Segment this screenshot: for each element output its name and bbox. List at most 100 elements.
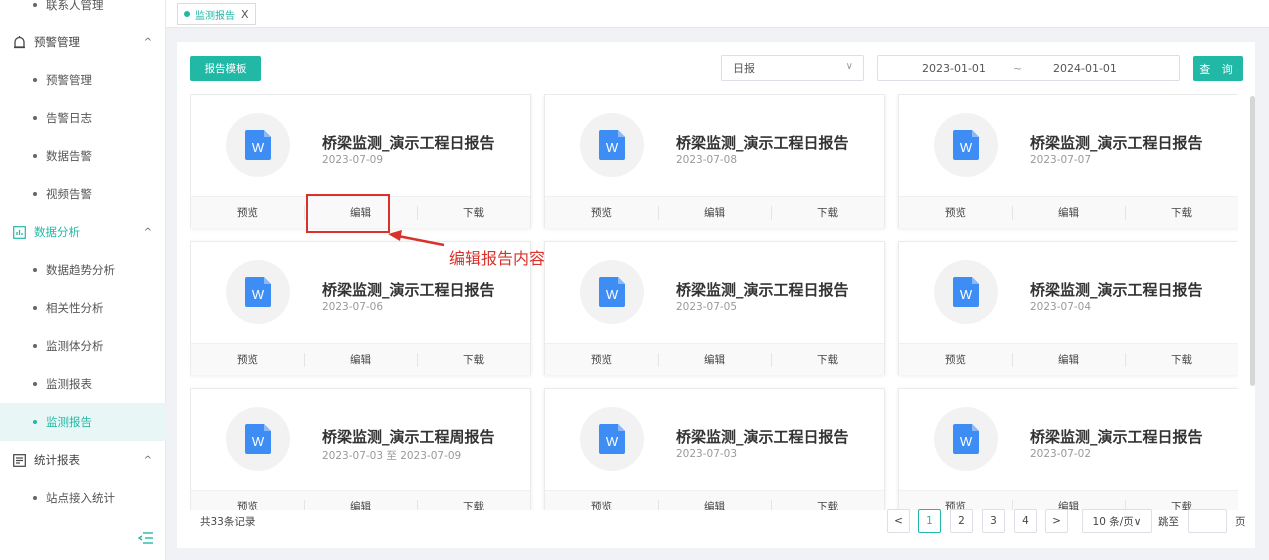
page-3-button[interactable]: 3	[982, 509, 1005, 533]
page-2-button[interactable]: 2	[950, 509, 973, 533]
preview-button[interactable]: 预览	[191, 344, 304, 375]
chart-icon	[12, 225, 26, 239]
report-title: 桥梁监测_演示工程日报告	[1030, 134, 1203, 152]
preview-button[interactable]: 预览	[545, 491, 658, 510]
date-start: 2023-01-01	[922, 62, 986, 75]
edit-button[interactable]: 编辑	[658, 197, 771, 228]
scrollbar[interactable]	[1250, 96, 1255, 386]
report-card: W 桥梁监测_演示工程日报告 2023-07-03 预览 编辑 下载	[544, 388, 885, 510]
date-end: 2024-01-01	[1053, 62, 1117, 75]
bullet-icon	[33, 306, 37, 310]
sidebar-item-alert-management[interactable]: 预警管理	[0, 61, 166, 99]
report-title: 桥梁监测_演示工程日报告	[676, 428, 849, 446]
report-template-button[interactable]: 报告模板	[190, 56, 261, 81]
report-date: 2023-07-04	[1030, 301, 1092, 313]
svg-text:W: W	[252, 287, 265, 302]
chevron-up-icon: ^	[143, 454, 152, 466]
word-file-icon: W	[934, 113, 998, 177]
chevron-up-icon: ^	[143, 36, 152, 48]
next-page-button[interactable]: >	[1045, 509, 1068, 533]
svg-text:W: W	[606, 140, 619, 155]
preview-button[interactable]: 预览	[191, 197, 304, 228]
preview-button[interactable]: 预览	[899, 197, 1012, 228]
download-button[interactable]: 下载	[1125, 197, 1238, 228]
page-size-select[interactable]: 10 条/页∨	[1082, 509, 1152, 533]
preview-button[interactable]: 预览	[545, 344, 658, 375]
sidebar-group-statistics[interactable]: 统计报表 ^	[0, 441, 166, 479]
prev-page-button[interactable]: <	[887, 509, 910, 533]
download-button[interactable]: 下载	[417, 344, 530, 375]
card-actions: 预览 编辑 下载	[899, 490, 1238, 510]
download-button[interactable]: 下载	[771, 197, 884, 228]
sidebar-item-station-stats[interactable]: 站点接入统计	[0, 479, 166, 517]
bullet-icon	[33, 3, 37, 7]
bullet-icon	[33, 268, 37, 272]
edit-button[interactable]: 编辑	[1012, 491, 1125, 510]
word-file-icon: W	[934, 407, 998, 471]
card-actions: 预览 编辑 下载	[191, 490, 530, 510]
preview-button[interactable]: 预览	[191, 491, 304, 510]
report-date: 2023-07-09	[322, 154, 384, 166]
alarm-icon	[12, 35, 26, 49]
sidebar-item-video-alarm[interactable]: 视频告警	[0, 175, 166, 213]
word-file-icon: W	[226, 407, 290, 471]
report-date: 2023-07-08	[676, 154, 738, 166]
edit-button[interactable]: 编辑	[304, 344, 417, 375]
report-date: 2023-07-02	[1030, 448, 1092, 460]
download-button[interactable]: 下载	[1125, 344, 1238, 375]
card-actions: 预览 编辑 下载	[545, 490, 884, 510]
report-card: W 桥梁监测_演示工程周报告 2023-07-03 至 2023-07-09 预览 编辑…	[190, 388, 531, 510]
sidebar-item-monitor-report[interactable]: 监测报告	[0, 403, 166, 441]
report-card: W 桥梁监测_演示工程日报告 2023-07-05 预览 编辑 下载	[544, 241, 885, 375]
edit-button[interactable]: 编辑	[1012, 344, 1125, 375]
sidebar-item-trend-analysis[interactable]: 数据趋势分析	[0, 251, 166, 289]
jump-page-input[interactable]	[1188, 509, 1227, 533]
report-card-grid: W 桥梁监测_演示工程日报告 2023-07-09 预览 编辑 下载 W 桥梁监测_演示工程日…	[190, 94, 1238, 510]
sidebar-group-data-analysis[interactable]: 数据分析 ^	[0, 213, 166, 251]
edit-button[interactable]: 编辑	[304, 491, 417, 510]
page-4-button[interactable]: 4	[1014, 509, 1037, 533]
tab-monitor-report[interactable]: 监测报告 X	[177, 3, 256, 25]
report-title: 桥梁监测_演示工程日报告	[1030, 428, 1203, 446]
edit-button[interactable]: 编辑	[658, 344, 771, 375]
report-card: W 桥梁监测_演示工程日报告 2023-07-09 预览 编辑 下载	[190, 94, 531, 228]
date-range-picker[interactable]: 2023-01-01 ~ 2024-01-01	[877, 55, 1180, 81]
active-dot-icon	[184, 11, 190, 17]
edit-button[interactable]: 编辑	[658, 491, 771, 510]
sidebar-group-alert[interactable]: 预警管理 ^	[0, 23, 166, 61]
sidebar-item-alarm-log[interactable]: 告警日志	[0, 99, 166, 137]
word-file-icon: W	[226, 113, 290, 177]
report-title: 桥梁监测_演示工程周报告	[322, 428, 495, 446]
word-file-icon: W	[226, 260, 290, 324]
download-button[interactable]: 下载	[417, 491, 530, 510]
download-button[interactable]: 下载	[1125, 491, 1238, 510]
chevron-up-icon: ^	[143, 226, 152, 238]
tabs-bar: 监测报告 X	[166, 0, 1269, 28]
word-file-icon: W	[580, 407, 644, 471]
download-button[interactable]: 下载	[771, 344, 884, 375]
sidebar-item-correlation-analysis[interactable]: 相关性分析	[0, 289, 166, 327]
edit-button[interactable]: 编辑	[1012, 197, 1125, 228]
preview-button[interactable]: 预览	[545, 197, 658, 228]
report-title: 桥梁监测_演示工程日报告	[1030, 281, 1203, 299]
preview-button[interactable]: 预览	[899, 491, 1012, 510]
query-button[interactable]: 查 询	[1193, 56, 1243, 81]
sidebar-item-monitor-sheet[interactable]: 监测报表	[0, 365, 166, 403]
report-icon	[12, 453, 26, 467]
bullet-icon	[33, 154, 37, 158]
report-type-select[interactable]: 日报 ∨	[721, 55, 864, 81]
download-button[interactable]: 下载	[417, 197, 530, 228]
page-1-button[interactable]: 1	[918, 509, 941, 533]
report-title: 桥梁监测_演示工程日报告	[322, 281, 495, 299]
preview-button[interactable]: 预览	[899, 344, 1012, 375]
card-actions: 预览 编辑 下载	[899, 343, 1238, 375]
download-button[interactable]: 下载	[771, 491, 884, 510]
edit-button[interactable]: 编辑	[304, 197, 417, 228]
card-actions: 预览 编辑 下载	[545, 343, 884, 375]
menu-fold-icon[interactable]	[137, 531, 154, 547]
sidebar-item-body-analysis[interactable]: 监测体分析	[0, 327, 166, 365]
sidebar-item-contacts[interactable]: 联系人管理	[0, 0, 166, 24]
sidebar-item-data-alarm[interactable]: 数据告警	[0, 137, 166, 175]
close-icon[interactable]: X	[241, 8, 249, 21]
report-card: W 桥梁监测_演示工程日报告 2023-07-02 预览 编辑 下载	[898, 388, 1238, 510]
